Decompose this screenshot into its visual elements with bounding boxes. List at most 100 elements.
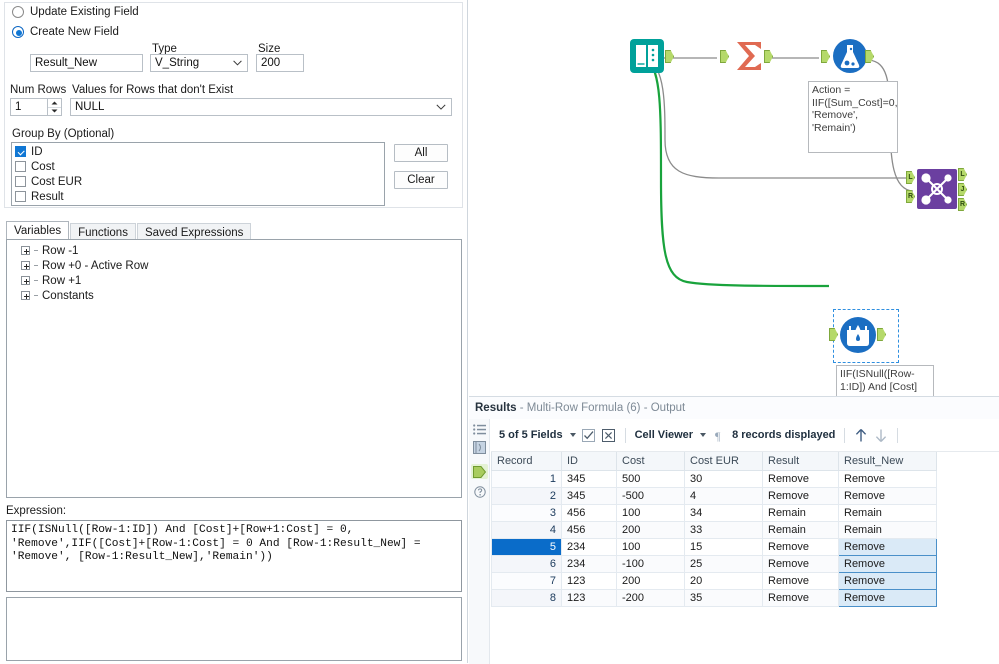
cell-result_new[interactable]: Remove <box>839 572 937 589</box>
cell-cost_eur[interactable]: 4 <box>685 487 763 504</box>
cell-cost_eur[interactable]: 20 <box>685 572 763 589</box>
output-port[interactable] <box>764 50 773 63</box>
stepper-down-icon[interactable] <box>48 108 61 116</box>
cell-record[interactable]: 2 <box>492 487 562 504</box>
table-row[interactable]: 523410015RemoveRemove <box>492 538 937 555</box>
cell-cost[interactable]: 200 <box>617 572 685 589</box>
cell-viewer-label[interactable]: Cell Viewer <box>635 429 694 441</box>
cell-cost[interactable]: -200 <box>617 589 685 606</box>
cell-record[interactable]: 3 <box>492 504 562 521</box>
tree-item-row-plus-1[interactable]: Row +1 <box>7 273 461 288</box>
select-all-button[interactable]: All <box>394 144 448 162</box>
tab-variables[interactable]: Variables <box>6 221 69 241</box>
field-size-input[interactable]: 200 <box>256 54 304 72</box>
cell-result[interactable]: Remove <box>763 555 839 572</box>
layout-icon[interactable] <box>472 440 487 455</box>
join-tool[interactable]: L R L J R <box>906 167 972 213</box>
checkbox-icon[interactable] <box>15 191 26 202</box>
expression-editor[interactable]: IIF(ISNull([Row-1:ID]) And [Cost]+[Row+1… <box>6 520 462 592</box>
checkbox-icon[interactable] <box>15 176 26 187</box>
table-row[interactable]: 345610034RemainRemain <box>492 504 937 521</box>
num-rows-stepper[interactable] <box>48 98 62 116</box>
values-missing-select[interactable]: NULL <box>70 98 452 116</box>
cell-record[interactable]: 4 <box>492 521 562 538</box>
group-by-item-result[interactable]: Result <box>12 190 384 203</box>
pilcrow-icon[interactable]: ¶ <box>712 428 726 442</box>
input-port[interactable] <box>821 50 830 63</box>
cell-cost[interactable]: 100 <box>617 538 685 555</box>
cell-record[interactable]: 1 <box>492 470 562 487</box>
cell-result_new[interactable]: Remove <box>839 487 937 504</box>
chevron-down-icon[interactable] <box>570 433 576 437</box>
input-port-left[interactable] <box>906 171 915 184</box>
cell-cost[interactable]: 500 <box>617 470 685 487</box>
input-port[interactable] <box>720 50 729 63</box>
cell-cost_eur[interactable]: 25 <box>685 555 763 572</box>
group-by-item-cost-eur[interactable]: Cost EUR <box>12 175 384 188</box>
cell-id[interactable]: 456 <box>562 504 617 521</box>
input-port[interactable] <box>829 328 838 341</box>
cell-cost_eur[interactable]: 34 <box>685 504 763 521</box>
tree-item-row-minus-1[interactable]: Row -1 <box>7 243 461 258</box>
cell-result_new[interactable]: Remain <box>839 504 937 521</box>
output-port-join[interactable] <box>958 183 967 196</box>
variables-tree[interactable]: Row -1 Row +0 - Active Row Row +1 Consta… <box>6 239 462 498</box>
cell-result[interactable]: Remain <box>763 521 839 538</box>
num-rows-input[interactable]: 1 <box>10 98 48 116</box>
column-header-id[interactable]: ID <box>562 452 617 470</box>
summarize-tool[interactable] <box>720 38 772 78</box>
cell-id[interactable]: 345 <box>562 487 617 504</box>
cell-result_new[interactable]: Remove <box>839 470 937 487</box>
output-port-right[interactable] <box>958 198 967 211</box>
input-port-right[interactable] <box>906 190 915 203</box>
group-by-listbox[interactable]: ID Cost Cost EUR Result <box>11 142 385 206</box>
radio-create-new-field[interactable]: Create New Field <box>12 26 119 38</box>
stepper-up-icon[interactable] <box>48 99 61 108</box>
tree-item-row-plus-0[interactable]: Row +0 - Active Row <box>7 258 461 273</box>
cell-cost[interactable]: 200 <box>617 521 685 538</box>
expand-plus-icon[interactable] <box>21 276 30 285</box>
cell-cost_eur[interactable]: 15 <box>685 538 763 555</box>
chevron-down-icon[interactable] <box>700 433 706 437</box>
column-header-cost[interactable]: Cost <box>617 452 685 470</box>
cell-cost[interactable]: 100 <box>617 504 685 521</box>
new-field-name-input[interactable]: Result_New <box>30 54 143 72</box>
cell-cost_eur[interactable]: 35 <box>685 589 763 606</box>
cell-id[interactable]: 234 <box>562 538 617 555</box>
expand-plus-icon[interactable] <box>21 291 30 300</box>
tree-item-constants[interactable]: Constants <box>7 288 461 303</box>
arrow-down-icon[interactable] <box>874 428 888 442</box>
cell-result[interactable]: Remove <box>763 538 839 555</box>
expand-plus-icon[interactable] <box>21 246 30 255</box>
fields-count-label[interactable]: 5 of 5 Fields <box>499 429 563 441</box>
table-row[interactable]: 6234-10025RemoveRemove <box>492 555 937 572</box>
column-header-result[interactable]: Result <box>763 452 839 470</box>
checkbox-icon[interactable] <box>15 146 26 157</box>
cell-record[interactable]: 7 <box>492 572 562 589</box>
cell-id[interactable]: 456 <box>562 521 617 538</box>
cell-id[interactable]: 234 <box>562 555 617 572</box>
cell-result[interactable]: Remove <box>763 572 839 589</box>
cell-result[interactable]: Remove <box>763 487 839 504</box>
arrow-up-icon[interactable] <box>854 428 868 442</box>
output-port-left[interactable] <box>958 168 967 181</box>
output-port[interactable] <box>877 328 886 341</box>
cell-record[interactable]: 8 <box>492 589 562 606</box>
formula-tool[interactable] <box>821 38 873 78</box>
clear-selection-button[interactable]: Clear <box>394 171 448 189</box>
checkbox-icon[interactable] <box>15 161 26 172</box>
radio-update-existing-field[interactable]: Update Existing Field <box>12 6 139 18</box>
cell-result[interactable]: Remove <box>763 470 839 487</box>
table-row[interactable]: 445620033RemainRemain <box>492 521 937 538</box>
list-icon[interactable] <box>472 422 487 437</box>
cell-id[interactable]: 345 <box>562 470 617 487</box>
cell-cost[interactable]: -500 <box>617 487 685 504</box>
checkbox-icon[interactable] <box>582 428 596 442</box>
cell-cost_eur[interactable]: 30 <box>685 470 763 487</box>
cell-result_new[interactable]: Remove <box>839 555 937 572</box>
text-input-tool[interactable] <box>629 38 669 78</box>
cell-result[interactable]: Remain <box>763 504 839 521</box>
group-by-item-id[interactable]: ID <box>12 145 384 158</box>
cell-result_new[interactable]: Remain <box>839 521 937 538</box>
x-box-icon[interactable] <box>602 428 616 442</box>
